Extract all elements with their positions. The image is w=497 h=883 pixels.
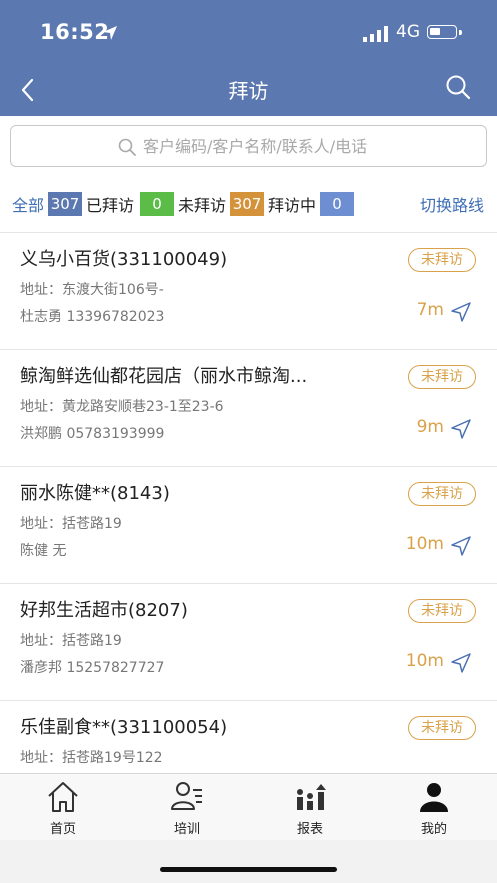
customer-contact: 洪郑鹏 05783193999 [20, 426, 165, 442]
search-box[interactable] [10, 125, 487, 167]
customer-address: 地址：括苍路19 [20, 516, 122, 532]
search-field-icon [118, 138, 136, 156]
list-item[interactable]: 义乌小百货(331100049) 地址：东渡大街106号- 杜志勇 133967… [0, 233, 497, 350]
navigate-icon[interactable] [450, 418, 472, 440]
navigate-icon[interactable] [450, 535, 472, 557]
search-icon[interactable] [444, 73, 472, 101]
tab-training-label: 培训 [173, 822, 200, 837]
signal-icon [363, 26, 388, 42]
filter-visited[interactable]: 已拜访 [86, 192, 134, 216]
switch-route-button[interactable]: 切换路线 [420, 192, 484, 216]
navigate-icon[interactable] [450, 652, 472, 674]
tab-home-label: 首页 [49, 822, 76, 837]
network-type: 4G [396, 22, 420, 42]
status-badge: 未拜访 [408, 365, 476, 389]
navigate-icon[interactable] [450, 301, 472, 323]
home-icon [48, 782, 78, 812]
status-bar: 16:52 4G [0, 0, 497, 65]
tab-report-label: 报表 [296, 822, 323, 837]
filter-all-count[interactable]: 307 [48, 192, 83, 216]
filter-visiting[interactable]: 拜访中 [268, 192, 316, 216]
filter-visiting-count[interactable]: 0 [320, 192, 355, 216]
page-title: 拜访 [228, 79, 269, 103]
tab-home[interactable]: 首页 [13, 774, 113, 840]
list-item[interactable]: 丽水陈健**(8143) 地址：括苍路19 陈健 无 未拜访 10m [0, 467, 497, 584]
distance: 7m [416, 300, 444, 320]
filter-not-visited[interactable]: 未拜访 [178, 192, 226, 216]
filter-bar: 全部 307 已拜访 0 未拜访 307 拜访中 0 切换路线 [0, 176, 497, 233]
list-item[interactable]: 鲸淘鲜选仙都花园店（丽水市鲸淘... 地址：黄龙路安顺巷23-1至23-6 洪郑… [0, 350, 497, 467]
customer-contact: 潘彦邦 15257827727 [20, 660, 165, 676]
customer-name: 好邦生活超市(8207) [20, 600, 188, 621]
distance: 10m [405, 534, 444, 554]
tab-report[interactable]: 报表 [260, 774, 360, 840]
customer-contact: 陈健 无 [20, 543, 67, 559]
battery-cap [459, 30, 462, 35]
customer-name: 丽水陈健**(8143) [20, 483, 170, 504]
distance: 9m [416, 417, 444, 437]
tab-profile-label: 我的 [420, 822, 447, 837]
training-icon [171, 782, 202, 810]
status-badge: 未拜访 [408, 482, 476, 506]
location-arrow-icon [103, 26, 117, 40]
customer-address: 地址：黄龙路安顺巷23-1至23-6 [20, 399, 224, 415]
status-time: 16:52 [40, 20, 110, 44]
distance: 10m [405, 651, 444, 671]
customer-name: 义乌小百货(331100049) [20, 249, 228, 270]
customer-address: 地址：东渡大街106号- [20, 282, 164, 298]
filter-all[interactable]: 全部 [12, 192, 44, 216]
filter-not-visited-count[interactable]: 307 [230, 192, 265, 216]
home-indicator-area [0, 840, 497, 883]
filter-visited-count[interactable]: 0 [140, 192, 175, 216]
customer-address: 地址：括苍路19号122 [20, 750, 163, 766]
customer-name: 鲸淘鲜选仙都花园店（丽水市鲸淘... [20, 366, 308, 387]
tab-bar: 首页 培训 报表 我的 [0, 773, 497, 840]
home-indicator[interactable] [160, 867, 337, 872]
customer-list: 义乌小百货(331100049) 地址：东渡大街106号- 杜志勇 133967… [0, 233, 497, 773]
status-badge: 未拜访 [408, 716, 476, 740]
nav-bar: 拜访 [0, 65, 497, 116]
customer-name: 乐佳副食**(331100054) [20, 717, 228, 738]
customer-contact: 杜志勇 13396782023 [20, 309, 165, 325]
report-icon [297, 784, 326, 810]
customer-address: 地址：括苍路19 [20, 633, 122, 649]
list-item[interactable]: 乐佳副食**(331100054) 地址：括苍路19号122 未拜访 [0, 701, 497, 773]
list-item[interactable]: 好邦生活超市(8207) 地址：括苍路19 潘彦邦 15257827727 未拜… [0, 584, 497, 701]
search-input[interactable] [143, 132, 473, 160]
status-badge: 未拜访 [408, 248, 476, 272]
profile-icon [420, 783, 448, 812]
battery-icon [427, 25, 457, 39]
status-badge: 未拜访 [408, 599, 476, 623]
tab-training[interactable]: 培训 [137, 774, 237, 840]
search-area [0, 116, 497, 176]
tab-profile[interactable]: 我的 [384, 774, 484, 840]
